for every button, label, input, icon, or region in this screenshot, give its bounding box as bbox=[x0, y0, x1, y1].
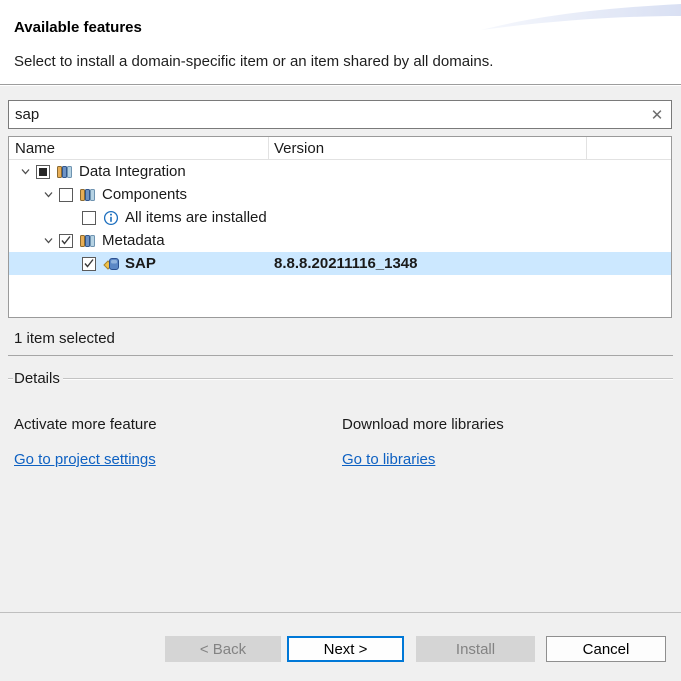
column-divider bbox=[268, 137, 269, 160]
page-subtitle: Select to install a domain-specific item… bbox=[14, 53, 493, 70]
feature-filter-box: ✕ bbox=[8, 100, 672, 129]
feature-checkbox[interactable] bbox=[82, 211, 96, 225]
install-button: Install bbox=[416, 636, 535, 662]
chevron-down-icon[interactable] bbox=[38, 233, 59, 249]
columns-icon bbox=[80, 187, 97, 203]
feature-name: Data Integration bbox=[79, 163, 186, 180]
page-title: Available features bbox=[14, 19, 142, 36]
go-to-project-settings-link[interactable]: Go to project settings bbox=[14, 451, 156, 468]
feature-name: All items are installed bbox=[125, 209, 267, 226]
download-libraries-heading: Download more libraries bbox=[342, 416, 504, 433]
feature-name: Components bbox=[102, 186, 187, 203]
feature-checkbox[interactable] bbox=[59, 188, 73, 202]
back-button: < Back bbox=[165, 636, 281, 662]
group-border bbox=[63, 378, 673, 380]
features-table: Name Version Data Integration Components A… bbox=[8, 136, 672, 318]
column-header-name[interactable]: Name bbox=[15, 140, 55, 157]
details-group-header: Details bbox=[8, 370, 673, 387]
table-row[interactable]: Data Integration bbox=[9, 160, 671, 183]
next-button[interactable]: Next > bbox=[287, 636, 404, 662]
wizard-banner: Available features Select to install a d… bbox=[0, 0, 681, 85]
column-divider bbox=[586, 137, 587, 160]
table-row[interactable]: Metadata bbox=[9, 229, 671, 252]
banner-decoration bbox=[481, 0, 681, 34]
cancel-button[interactable]: Cancel bbox=[546, 636, 666, 662]
feature-checkbox[interactable] bbox=[59, 234, 73, 248]
feature-name: SAP bbox=[125, 255, 156, 272]
feature-checkbox[interactable] bbox=[36, 165, 50, 179]
chevron-down-icon[interactable] bbox=[15, 164, 36, 180]
go-to-libraries-link[interactable]: Go to libraries bbox=[342, 451, 435, 468]
info-icon bbox=[103, 210, 120, 226]
indent-spacer bbox=[61, 210, 82, 226]
table-row[interactable]: All items are installed bbox=[9, 206, 671, 229]
columns-icon bbox=[80, 233, 97, 249]
table-header: Name Version bbox=[9, 137, 671, 160]
clear-search-icon[interactable]: ✕ bbox=[643, 106, 671, 124]
table-row[interactable]: SAP 8.8.8.20211116_1348 bbox=[9, 252, 671, 275]
separator bbox=[0, 612, 681, 613]
details-group-label: Details bbox=[13, 370, 63, 387]
separator bbox=[8, 355, 673, 356]
component-icon bbox=[103, 256, 120, 272]
table-row[interactable]: Components bbox=[9, 183, 671, 206]
feature-checkbox[interactable] bbox=[82, 257, 96, 271]
activate-feature-heading: Activate more feature bbox=[14, 416, 157, 433]
chevron-down-icon[interactable] bbox=[38, 187, 59, 203]
columns-icon bbox=[57, 164, 74, 180]
feature-name: Metadata bbox=[102, 232, 165, 249]
feature-version: 8.8.8.20211116_1348 bbox=[274, 255, 418, 272]
feature-tree: Data Integration Components All items are … bbox=[9, 160, 671, 275]
column-header-version[interactable]: Version bbox=[274, 140, 324, 157]
selection-status: 1 item selected bbox=[14, 330, 115, 347]
search-input[interactable] bbox=[9, 101, 643, 128]
indent-spacer bbox=[61, 256, 82, 272]
